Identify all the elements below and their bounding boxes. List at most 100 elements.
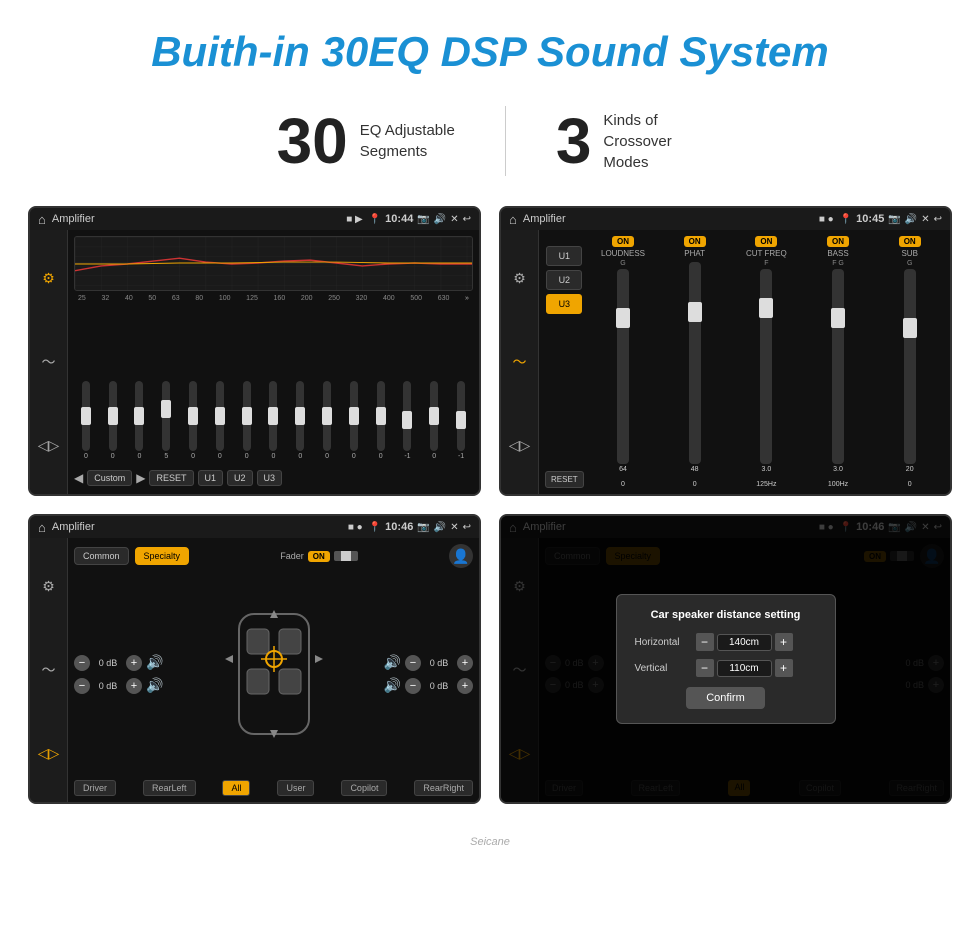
custom-btn[interactable]: Custom bbox=[87, 470, 132, 486]
confirm-button[interactable]: Confirm bbox=[686, 687, 765, 709]
slider-10[interactable]: 0 bbox=[315, 381, 339, 460]
slider-7[interactable]: 0 bbox=[235, 381, 259, 460]
cutfreq-toggle[interactable]: ON bbox=[755, 236, 777, 247]
loudness-slider[interactable] bbox=[617, 269, 629, 464]
horizontal-plus[interactable]: + bbox=[775, 633, 793, 651]
stat-crossover: 3 Kinds ofCrossover Modes bbox=[506, 104, 754, 178]
vol-minus-lt[interactable]: − bbox=[74, 655, 90, 671]
all-btn[interactable]: All bbox=[222, 780, 250, 796]
slider-6[interactable]: 0 bbox=[208, 381, 232, 460]
slider-14[interactable]: 0 bbox=[422, 381, 446, 460]
vol-minus-lb[interactable]: − bbox=[74, 678, 90, 694]
horizontal-row: Horizontal − + bbox=[635, 633, 817, 651]
slider-8[interactable]: 0 bbox=[262, 381, 286, 460]
bass-toggle[interactable]: ON bbox=[827, 236, 849, 247]
eq-icon-2[interactable]: ⚙ bbox=[507, 264, 532, 293]
prev-btn[interactable]: ◀ bbox=[74, 471, 83, 485]
time-1: 10:44 bbox=[385, 213, 413, 225]
user-btn[interactable]: User bbox=[277, 780, 314, 796]
slider-1[interactable]: 0 bbox=[74, 381, 98, 460]
phat-toggle[interactable]: ON bbox=[684, 236, 706, 247]
vol-minus-rb[interactable]: − bbox=[405, 678, 421, 694]
fader-row: Fader ON bbox=[280, 551, 358, 562]
eq-icon[interactable]: ⚙ bbox=[36, 264, 61, 293]
vertical-plus[interactable]: + bbox=[775, 659, 793, 677]
stat1-number: 30 bbox=[277, 104, 348, 178]
slider-11[interactable]: 0 bbox=[342, 381, 366, 460]
slider-12[interactable]: 0 bbox=[369, 381, 393, 460]
slider-2[interactable]: 0 bbox=[101, 381, 125, 460]
preset-u2[interactable]: U2 bbox=[546, 270, 582, 290]
u1-btn-1[interactable]: U1 bbox=[198, 470, 224, 486]
wave-icon-2[interactable]: 〜 bbox=[507, 346, 533, 378]
preset-u3[interactable]: U3 bbox=[546, 294, 582, 314]
preset-u1[interactable]: U1 bbox=[546, 246, 582, 266]
sub-toggle[interactable]: ON bbox=[899, 236, 921, 247]
close-icon-1: ✕ bbox=[450, 214, 458, 225]
phat-slider[interactable] bbox=[689, 262, 701, 464]
sub-slider[interactable] bbox=[904, 269, 916, 464]
screen3-title: Amplifier bbox=[52, 521, 342, 533]
ch-phat: ON PHAT 48 0 bbox=[660, 236, 729, 488]
slider-9[interactable]: 0 bbox=[288, 381, 312, 460]
speaker-icon-rt: 🔊 bbox=[384, 654, 401, 671]
bass-slider[interactable] bbox=[832, 269, 844, 464]
horizontal-input[interactable] bbox=[717, 634, 772, 651]
camera-icon-1: 📷 bbox=[417, 214, 429, 225]
u3-btn-1[interactable]: U3 bbox=[257, 470, 283, 486]
home-icon-1[interactable]: ⌂ bbox=[38, 212, 46, 227]
common-btn[interactable]: Common bbox=[74, 547, 129, 565]
sp-top-row: Common Specialty Fader ON 👤 bbox=[74, 544, 473, 568]
vol-minus-rt[interactable]: − bbox=[405, 655, 421, 671]
reset-btn-2[interactable]: RESET bbox=[545, 471, 584, 488]
home-icon-3[interactable]: ⌂ bbox=[38, 520, 46, 535]
status-icons-3: 📍 10:46 📷 🔊 ✕ ↩ bbox=[369, 521, 471, 533]
slider-4[interactable]: 5 bbox=[154, 381, 178, 460]
fader-toggle[interactable]: ON bbox=[308, 551, 330, 562]
vol-plus-lt[interactable]: + bbox=[126, 655, 142, 671]
specialty-btn[interactable]: Specialty bbox=[135, 547, 190, 565]
vol-plus-lb[interactable]: + bbox=[126, 678, 142, 694]
stats-row: 30 EQ AdjustableSegments 3 Kinds ofCross… bbox=[0, 94, 980, 206]
status-icons-1: 📍 10:44 📷 🔊 ✕ ↩ bbox=[369, 213, 471, 225]
vol-icon-3[interactable]: ◁▷ bbox=[32, 739, 66, 768]
slider-13[interactable]: -1 bbox=[396, 381, 420, 460]
vol-icon-2[interactable]: ◁▷ bbox=[503, 431, 537, 460]
vertical-input[interactable] bbox=[717, 660, 772, 677]
eq-icon-3[interactable]: ⚙ bbox=[36, 572, 61, 601]
screen-speaker: ⌂ Amplifier ■ ● 📍 10:46 📷 🔊 ✕ ↩ ⚙ 〜 ◁▷ C… bbox=[28, 514, 481, 804]
wave-icon-3[interactable]: 〜 bbox=[36, 654, 62, 686]
person-btn[interactable]: 👤 bbox=[449, 544, 473, 568]
screen-distance: ⌂ Amplifier ■ ● 📍 10:46 📷 🔊 ✕ ↩ ⚙ 〜 ◁▷ C… bbox=[499, 514, 952, 804]
vol-row-left-bottom: − 0 dB + 🔊 bbox=[74, 677, 163, 694]
copilot-btn[interactable]: Copilot bbox=[341, 780, 387, 796]
next-btn[interactable]: ▶ bbox=[136, 471, 145, 485]
phat-label: PHAT bbox=[684, 249, 705, 258]
horizontal-stepper: − + bbox=[696, 633, 793, 651]
eq-sliders: 0 0 0 5 0 bbox=[74, 306, 473, 464]
home-icon-2[interactable]: ⌂ bbox=[509, 212, 517, 227]
record-icon-2: ■ ● bbox=[819, 214, 834, 225]
horizontal-minus[interactable]: − bbox=[696, 633, 714, 651]
vol-icon[interactable]: ◁▷ bbox=[32, 431, 66, 460]
cutfreq-slider[interactable] bbox=[760, 269, 772, 464]
rearleft-btn[interactable]: RearLeft bbox=[143, 780, 196, 796]
driver-btn[interactable]: Driver bbox=[74, 780, 116, 796]
reset-btn-1[interactable]: RESET bbox=[149, 470, 193, 486]
vertical-minus[interactable]: − bbox=[696, 659, 714, 677]
loudness-toggle[interactable]: ON bbox=[612, 236, 634, 247]
fader-label: Fader bbox=[280, 551, 304, 561]
sidebar-2: ⚙ 〜 ◁▷ bbox=[501, 230, 539, 494]
slider-15[interactable]: -1 bbox=[449, 381, 473, 460]
vol-row-left-top: − 0 dB + 🔊 bbox=[74, 654, 163, 671]
slider-3[interactable]: 0 bbox=[128, 381, 152, 460]
dsp-main: U1 U2 U3 RESET ON LOUDNESS G bbox=[539, 230, 950, 494]
vol-plus-rb[interactable]: + bbox=[457, 678, 473, 694]
watermark: Seicane bbox=[0, 832, 980, 856]
vol-plus-rt[interactable]: + bbox=[457, 655, 473, 671]
screen1-content: ⚙ 〜 ◁▷ bbox=[30, 230, 479, 494]
wave-icon[interactable]: 〜 bbox=[36, 346, 62, 378]
u2-btn-1[interactable]: U2 bbox=[227, 470, 253, 486]
rearright-btn[interactable]: RearRight bbox=[414, 780, 473, 796]
slider-5[interactable]: 0 bbox=[181, 381, 205, 460]
